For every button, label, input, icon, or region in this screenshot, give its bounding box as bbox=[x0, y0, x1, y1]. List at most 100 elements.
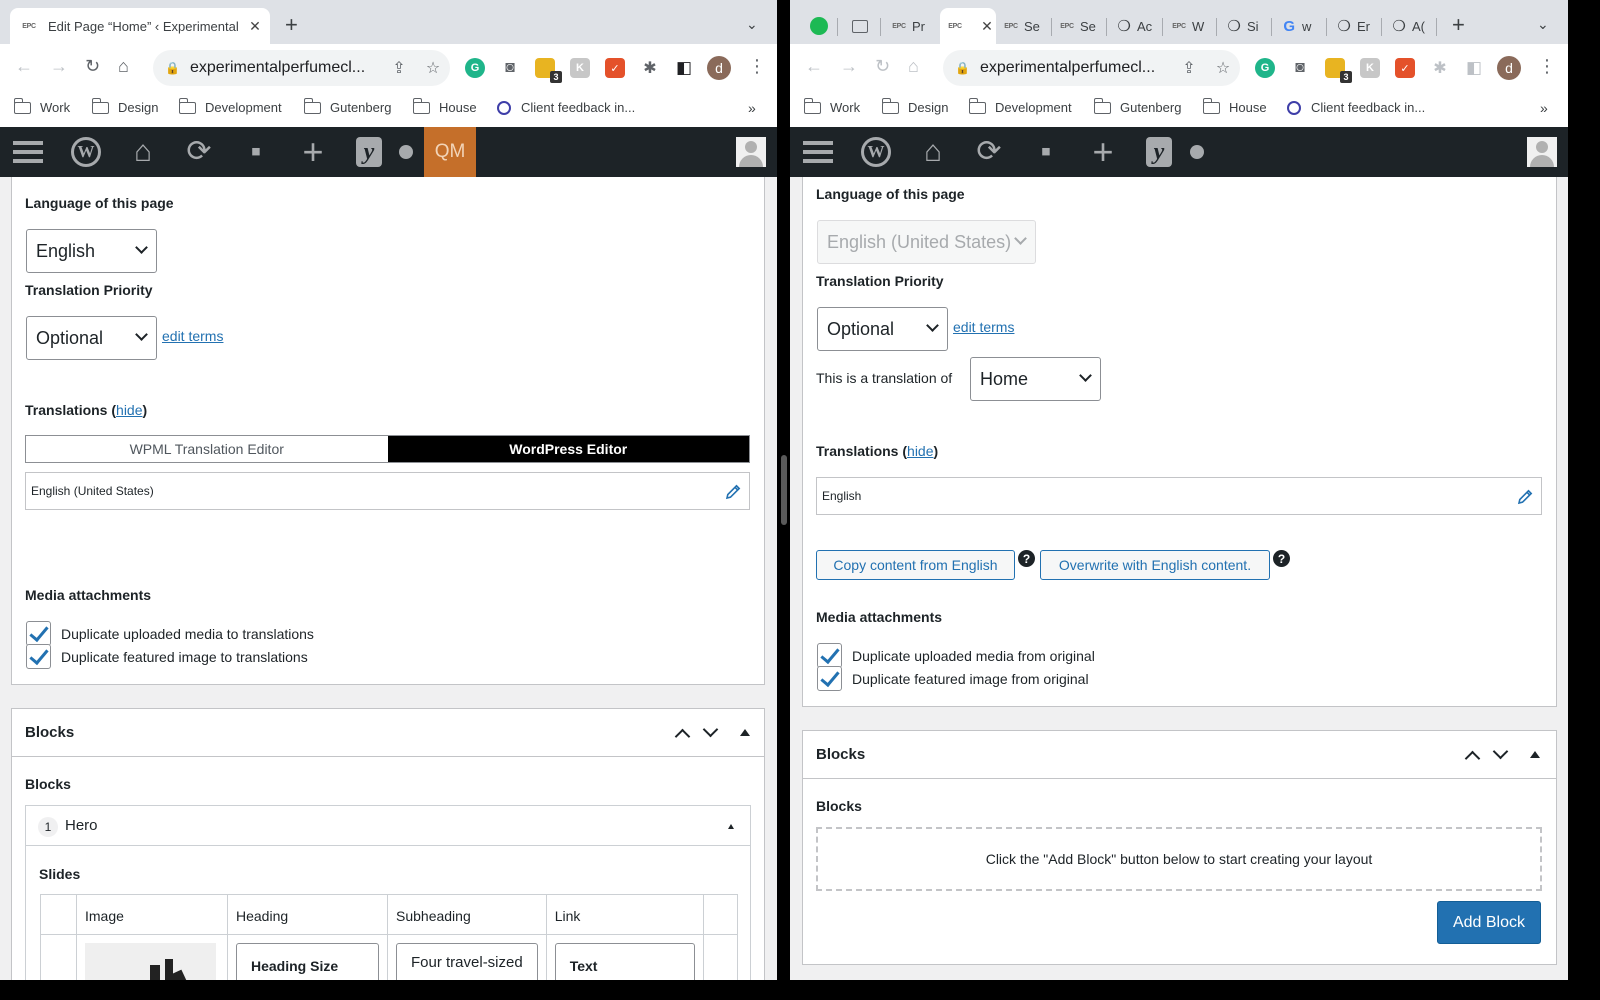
checkbox-checked-icon[interactable] bbox=[817, 666, 842, 691]
query-monitor-button[interactable]: QM bbox=[424, 127, 476, 177]
edit-pencil-icon[interactable] bbox=[724, 483, 742, 501]
bookmark-gutenberg[interactable]: Gutenberg bbox=[303, 97, 391, 115]
window-divider-scrollbar[interactable] bbox=[781, 455, 787, 525]
forward-icon[interactable]: → bbox=[50, 56, 68, 77]
edit-terms-link[interactable]: edit terms bbox=[162, 328, 223, 344]
home-icon[interactable]: ⌂ bbox=[118, 56, 129, 77]
checkbox-checked-icon[interactable] bbox=[817, 643, 842, 668]
chrome-menu-icon[interactable]: ⋮ bbox=[748, 56, 766, 77]
bookmark-house[interactable]: House bbox=[1202, 97, 1267, 115]
wordpress-logo-icon[interactable]: W bbox=[858, 127, 894, 177]
help-icon[interactable]: ? bbox=[1273, 550, 1290, 567]
tab-active-edit-page[interactable]: EPC ✕ bbox=[940, 8, 996, 44]
bookmark-client-feedback[interactable]: Client feedback in... bbox=[497, 100, 635, 115]
side-panel-icon[interactable]: ◧ bbox=[674, 58, 694, 78]
hide-translations-link[interactable]: hide bbox=[116, 402, 142, 418]
hide-translations-link[interactable]: hide bbox=[907, 443, 933, 459]
grammarly-extension-icon[interactable]: G bbox=[465, 58, 485, 78]
address-bar[interactable]: 🔒 experimentalperfumecl... ⇪ ☆ bbox=[943, 50, 1240, 86]
profile-avatar[interactable]: d bbox=[1497, 56, 1521, 80]
tab-google[interactable]: Gw bbox=[1280, 8, 1325, 44]
bookmarks-overflow-icon[interactable]: » bbox=[1540, 100, 1548, 116]
reload-icon[interactable]: ↻ bbox=[875, 56, 890, 77]
tab-ac[interactable]: ❍ Ac bbox=[1115, 8, 1160, 44]
share-icon[interactable]: ⇪ bbox=[382, 58, 416, 78]
new-tab-icon[interactable]: + bbox=[1452, 12, 1465, 38]
duplicate-featured-image-checkbox[interactable]: Duplicate featured image to translations bbox=[26, 644, 308, 669]
add-block-button[interactable]: Add Block bbox=[1437, 901, 1541, 944]
translation-of-select[interactable]: Home bbox=[970, 357, 1101, 401]
comments-icon[interactable]: ▪ bbox=[1028, 127, 1064, 177]
wordpress-logo-icon[interactable]: W bbox=[68, 127, 104, 177]
puzzle-k-extension-icon[interactable]: K bbox=[1360, 58, 1380, 78]
yoast-icon[interactable]: y bbox=[353, 127, 385, 177]
bookmark-house[interactable]: House bbox=[412, 97, 477, 115]
link-field[interactable]: Text bbox=[554, 943, 695, 980]
reload-icon[interactable]: ↻ bbox=[85, 56, 100, 77]
home-icon[interactable]: ⌂ bbox=[908, 56, 919, 77]
yoast-icon[interactable]: y bbox=[1143, 127, 1175, 177]
duplicate-uploaded-media-checkbox[interactable]: Duplicate uploaded media from original bbox=[817, 643, 1095, 668]
help-icon[interactable]: ? bbox=[1018, 550, 1035, 567]
wordpress-editor-option[interactable]: WordPress Editor bbox=[387, 436, 749, 462]
hero-layout-header[interactable]: 1 Hero bbox=[26, 806, 750, 846]
updates-icon[interactable]: ⟳ bbox=[180, 127, 218, 177]
back-icon[interactable]: ← bbox=[15, 56, 33, 77]
bookmark-work[interactable]: Work bbox=[803, 97, 860, 115]
bookmark-development[interactable]: Development bbox=[968, 97, 1072, 115]
new-content-plus-icon[interactable]: + bbox=[295, 127, 331, 177]
new-content-plus-icon[interactable]: + bbox=[1085, 127, 1121, 177]
translation-priority-select[interactable]: Optional bbox=[817, 307, 948, 351]
language-select[interactable]: English bbox=[26, 229, 157, 273]
bookmark-gutenberg[interactable]: Gutenberg bbox=[1093, 97, 1181, 115]
checkbox-checked-icon[interactable] bbox=[26, 644, 51, 669]
updates-icon[interactable]: ⟳ bbox=[970, 127, 1008, 177]
translation-priority-select[interactable]: Optional bbox=[26, 316, 157, 360]
tab-search-chevron-icon[interactable]: ⌄ bbox=[746, 16, 758, 33]
checkbox-checked-icon[interactable] bbox=[26, 621, 51, 646]
tab-search-chevron-icon[interactable]: ⌄ bbox=[1537, 16, 1549, 33]
move-up-icon[interactable] bbox=[674, 728, 691, 745]
extensions-puzzle-icon[interactable]: ✱ bbox=[1430, 58, 1450, 78]
bookmark-client-feedback[interactable]: Client feedback in... bbox=[1287, 100, 1425, 115]
menu-toggle-icon[interactable] bbox=[10, 127, 46, 177]
camera-extension-icon[interactable]: ◙ bbox=[1290, 58, 1310, 78]
move-down-icon[interactable] bbox=[1492, 743, 1509, 760]
duplicate-featured-image-checkbox[interactable]: Duplicate featured image from original bbox=[817, 666, 1089, 691]
tab-ac-2[interactable]: ❍ A( bbox=[1390, 8, 1435, 44]
slide-image-thumbnail[interactable] bbox=[85, 943, 216, 980]
puzzle-k-extension-icon[interactable]: K bbox=[570, 58, 590, 78]
tab-se-1[interactable]: EPC Se bbox=[1002, 8, 1047, 44]
tab-pr[interactable]: EPC Pr bbox=[890, 8, 935, 44]
site-home-icon[interactable]: ⌂ bbox=[125, 127, 161, 177]
bookmark-work[interactable]: Work bbox=[13, 97, 70, 115]
grammarly-extension-icon[interactable]: G bbox=[1255, 58, 1275, 78]
bookmark-star-icon[interactable]: ☆ bbox=[1206, 58, 1240, 78]
edit-pencil-icon[interactable] bbox=[1516, 488, 1534, 506]
tab-spotify[interactable] bbox=[810, 8, 832, 44]
bookmarks-overflow-icon[interactable]: » bbox=[748, 100, 756, 116]
duplicate-uploaded-media-checkbox[interactable]: Duplicate uploaded media to translations bbox=[26, 621, 314, 646]
collapse-layout-icon[interactable] bbox=[728, 824, 734, 829]
menu-toggle-icon[interactable] bbox=[800, 127, 836, 177]
bookmark-star-icon[interactable]: ☆ bbox=[416, 58, 450, 78]
copy-content-button[interactable]: Copy content from English bbox=[816, 550, 1015, 580]
ruler-extension-icon[interactable]: ✓ bbox=[605, 58, 625, 78]
tab-er[interactable]: ❍ Er bbox=[1335, 8, 1380, 44]
overwrite-content-button[interactable]: Overwrite with English content. bbox=[1040, 550, 1270, 580]
move-down-icon[interactable] bbox=[702, 721, 719, 738]
back-icon[interactable]: ← bbox=[805, 56, 823, 77]
ruler-extension-icon[interactable]: ✓ bbox=[1395, 58, 1415, 78]
bookmark-development[interactable]: Development bbox=[178, 97, 282, 115]
move-up-icon[interactable] bbox=[1464, 750, 1481, 767]
forward-icon[interactable]: → bbox=[840, 56, 858, 77]
tab-si[interactable]: ❍ Si bbox=[1225, 8, 1270, 44]
bookmark-design[interactable]: Design bbox=[881, 97, 948, 115]
tab-folder[interactable] bbox=[852, 8, 874, 44]
chrome-menu-icon[interactable]: ⋮ bbox=[1538, 56, 1556, 77]
user-avatar[interactable] bbox=[1525, 127, 1559, 177]
address-bar[interactable]: 🔒 experimentalperfumecl... ⇪ ☆ bbox=[153, 50, 450, 86]
extension-with-badge-icon[interactable]: 3 bbox=[535, 58, 562, 83]
heading-field[interactable]: Heading Size bbox=[236, 943, 379, 980]
tab-close-icon[interactable]: ✕ bbox=[246, 18, 264, 35]
